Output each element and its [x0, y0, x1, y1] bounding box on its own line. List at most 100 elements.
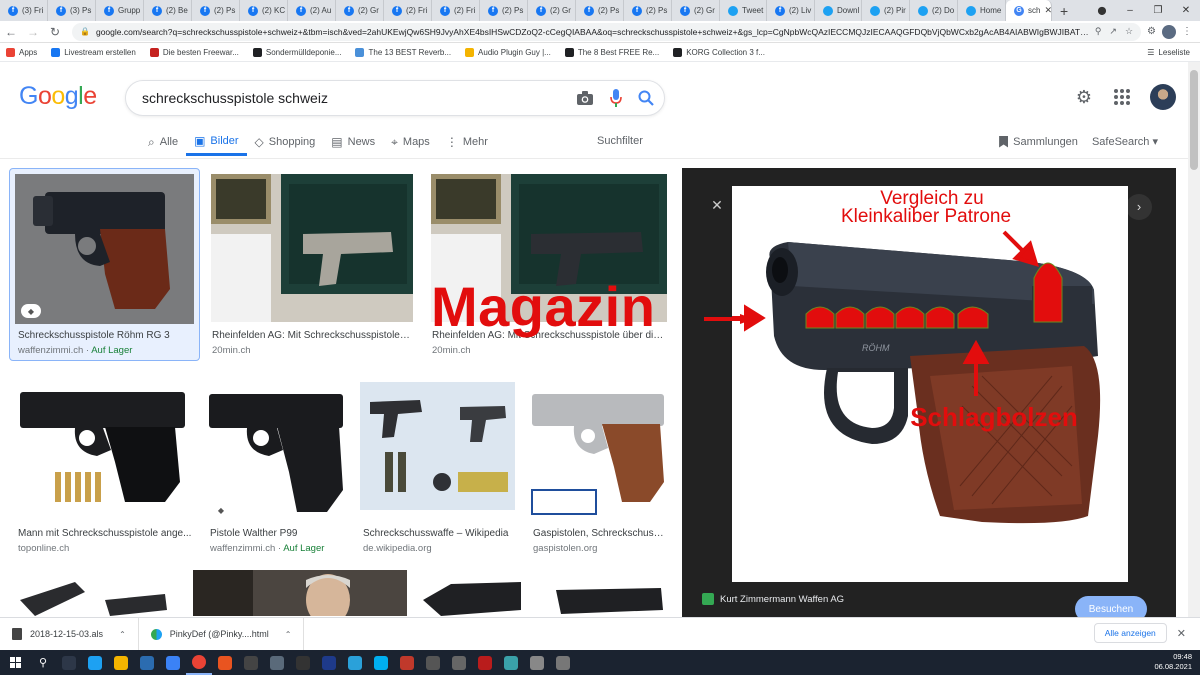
- skype-icon[interactable]: [368, 650, 394, 675]
- browser-tab[interactable]: f (2) Fri: [432, 0, 480, 21]
- result-title[interactable]: Schreckschusswaffe – Wikipedia: [363, 528, 516, 539]
- show-all-downloads-button[interactable]: Alle anzeigen: [1093, 623, 1167, 643]
- tab-search-icon[interactable]: ⬤: [1088, 6, 1116, 15]
- browser-tab[interactable]: f (2) Ps: [192, 0, 240, 21]
- download-item[interactable]: 2018-12-15-03.als ⌃: [0, 617, 139, 651]
- result-image-6[interactable]: [360, 382, 515, 510]
- app-icon[interactable]: [472, 650, 498, 675]
- result-image-4[interactable]: [15, 372, 191, 508]
- browser-tab[interactable]: f (2) Be: [144, 0, 192, 21]
- browser-tab[interactable]: Downl: [815, 0, 862, 21]
- browser-tab[interactable]: f (2) Ps: [480, 0, 528, 21]
- browser-tab[interactable]: f (2) Liv: [767, 0, 815, 21]
- ubuntu-icon[interactable]: [212, 650, 238, 675]
- browser-tab[interactable]: f (3) Ps: [48, 0, 96, 21]
- scrollbar-thumb[interactable]: [1190, 70, 1198, 170]
- bookmark-item[interactable]: Livestream erstellen: [45, 47, 144, 57]
- result-image-10[interactable]: [421, 570, 667, 616]
- result-card-4[interactable]: Mann mit Schreckschusspistole ange... to…: [15, 372, 193, 557]
- search-input[interactable]: [142, 90, 576, 106]
- live-icon[interactable]: [290, 650, 316, 675]
- windows-start-icon[interactable]: [0, 657, 30, 668]
- app-icon[interactable]: [524, 650, 550, 675]
- bookmark-item[interactable]: The 13 BEST Reverb...: [349, 47, 459, 57]
- bookmark-star-icon[interactable]: ☆: [1125, 26, 1133, 37]
- browser-tab[interactable]: f (2) KC: [240, 0, 288, 21]
- app-icon[interactable]: [264, 650, 290, 675]
- result-card-1[interactable]: ◆ Schreckschusspistole Röhm RG 3 waffenz…: [15, 174, 195, 359]
- result-card-6[interactable]: Schreckschusswaffe – Wikipedia de.wikipe…: [360, 382, 516, 557]
- browser-tab[interactable]: (2) Do: [910, 0, 958, 21]
- app-icon[interactable]: [238, 650, 264, 675]
- safesearch-dropdown[interactable]: SafeSearch ▾: [1092, 135, 1158, 148]
- result-title[interactable]: Pistole Walther P99: [210, 528, 345, 539]
- google-apps-icon[interactable]: [1114, 89, 1130, 105]
- camera-icon[interactable]: [576, 90, 594, 106]
- zoom-icon[interactable]: ⚲: [1095, 26, 1102, 37]
- browser-tab[interactable]: f (3) Fri: [0, 0, 48, 21]
- result-image-1[interactable]: [15, 174, 194, 324]
- preview-source[interactable]: Kurt Zimmermann Waffen AG: [702, 593, 844, 605]
- url-field[interactable]: 🔒 google.com/search?q=schreckschusspisto…: [72, 22, 1142, 41]
- browser-tab[interactable]: f (2) Ps: [576, 0, 624, 21]
- store-icon[interactable]: [134, 650, 160, 675]
- mail-icon[interactable]: [160, 650, 186, 675]
- reload-icon[interactable]: ↻: [44, 25, 66, 39]
- account-avatar[interactable]: [1150, 84, 1176, 110]
- extensions-icon[interactable]: ⚙: [1147, 26, 1156, 37]
- result-title[interactable]: Mann mit Schreckschusspistole ange...: [18, 528, 192, 539]
- result-title[interactable]: Rheinfelden AG: Mit Schreckschusspistole…: [212, 330, 410, 341]
- result-title[interactable]: Schreckschusspistole Röhm RG 3: [18, 330, 193, 341]
- browser-tab[interactable]: Tweet: [720, 0, 767, 21]
- google-logo[interactable]: Google: [19, 82, 97, 111]
- share-icon[interactable]: ↗: [1109, 26, 1117, 37]
- settings-gear-icon[interactable]: ⚙: [1074, 87, 1094, 107]
- edge-icon[interactable]: [82, 650, 108, 675]
- browser-tab[interactable]: f Grupp: [96, 0, 144, 21]
- app-icon[interactable]: [316, 650, 342, 675]
- taskbar-clock[interactable]: 09:48 06.08.2021: [1154, 652, 1192, 672]
- tab-map-pin[interactable]: ⌖ Maps: [383, 128, 438, 156]
- task-view-icon[interactable]: [56, 650, 82, 675]
- tab-search[interactable]: ⌕ Alle: [140, 128, 186, 156]
- back-icon[interactable]: ←: [0, 25, 22, 39]
- result-card-5[interactable]: ◆ Pistole Walther P99 waffenzimmi.ch · A…: [207, 372, 345, 557]
- tab-news[interactable]: ▤ News: [323, 128, 383, 156]
- forward-icon[interactable]: →: [22, 25, 44, 39]
- bookmark-item[interactable]: Sondermülldeponie...: [247, 47, 350, 57]
- result-image-2[interactable]: [211, 174, 413, 322]
- reading-list[interactable]: ☰ Leseliste: [1147, 43, 1190, 62]
- chevron-right-icon[interactable]: ›: [1126, 194, 1152, 220]
- lock-icon[interactable]: 🔒: [80, 27, 90, 36]
- tab-tag[interactable]: ◇ Shopping: [247, 128, 324, 156]
- chevron-up-icon[interactable]: ⌃: [285, 630, 292, 639]
- maximize-icon[interactable]: ❐: [1144, 5, 1172, 16]
- chrome-icon[interactable]: [186, 650, 212, 675]
- result-image-7[interactable]: [530, 372, 666, 522]
- minimize-icon[interactable]: –: [1116, 5, 1144, 16]
- browser-tab[interactable]: f (2) Au: [288, 0, 336, 21]
- bookmark-item[interactable]: The 8 Best FREE Re...: [559, 47, 667, 57]
- app-icon[interactable]: [498, 650, 524, 675]
- menu-icon[interactable]: ⋮: [1182, 26, 1192, 37]
- apps-shortcut[interactable]: Apps: [0, 47, 45, 57]
- download-item[interactable]: PinkyDef (@Pinky....html ⌃: [139, 617, 305, 651]
- result-image-8[interactable]: [15, 570, 179, 616]
- browser-tab[interactable]: Home: [958, 0, 1006, 21]
- app-icon[interactable]: [394, 650, 420, 675]
- browser-tab[interactable]: f (2) Fri: [384, 0, 432, 21]
- result-card-8[interactable]: [15, 570, 179, 616]
- bookmark-item[interactable]: KORG Collection 3 f...: [667, 47, 773, 57]
- browser-tab[interactable]: f (2) Ps: [624, 0, 672, 21]
- search-icon[interactable]: [638, 90, 654, 106]
- close-window-icon[interactable]: ✕: [1172, 5, 1200, 16]
- browser-tab[interactable]: f (2) Gr: [336, 0, 384, 21]
- result-card-9[interactable]: [193, 570, 407, 616]
- app-icon[interactable]: [446, 650, 472, 675]
- browser-tab[interactable]: f (2) Gr: [528, 0, 576, 21]
- result-card-10[interactable]: [421, 570, 667, 616]
- app-icon[interactable]: [420, 650, 446, 675]
- new-tab-icon[interactable]: +: [1052, 3, 1076, 19]
- microphone-icon[interactable]: [610, 89, 622, 107]
- result-card-7[interactable]: Gaspistolen, Schreckschuss... gaspistole…: [530, 372, 666, 557]
